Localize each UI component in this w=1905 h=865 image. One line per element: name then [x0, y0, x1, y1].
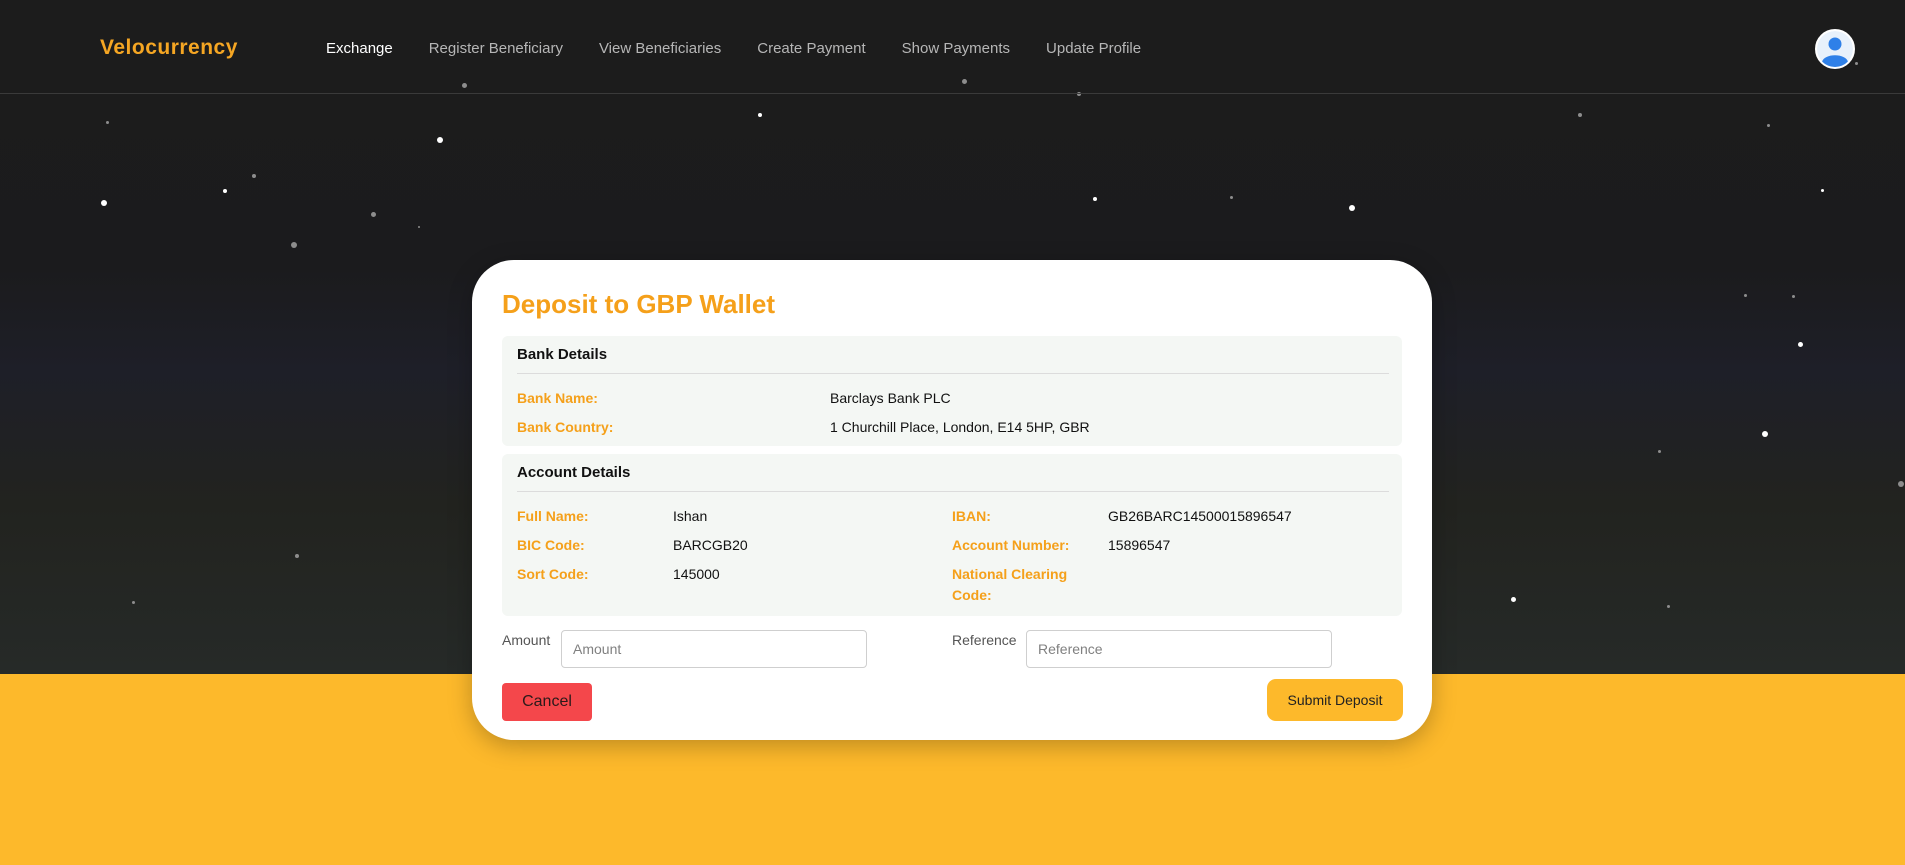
bic-code-label: BIC Code:	[517, 537, 585, 553]
star	[106, 121, 109, 124]
star	[101, 200, 107, 206]
main-nav: Exchange Register Beneficiary View Benef…	[326, 40, 1177, 57]
page-title: Deposit to GBP Wallet	[502, 289, 776, 319]
star	[371, 212, 376, 217]
star	[1762, 431, 1768, 437]
amount-input[interactable]	[561, 630, 867, 668]
bank-country-label: Bank Country:	[517, 419, 614, 435]
nav-create-payment[interactable]: Create Payment	[757, 40, 865, 57]
bank-name-value: Barclays Bank PLC	[830, 390, 951, 406]
national-clearing-code-label: National Clearing Code:	[952, 566, 1068, 603]
bic-code-value: BARCGB20	[673, 537, 748, 553]
star	[1511, 597, 1516, 602]
star	[295, 554, 299, 558]
star	[1349, 205, 1355, 211]
account-details-heading: Account Details	[517, 464, 1389, 492]
star	[223, 189, 227, 193]
brand-logo[interactable]: Velocurrency	[100, 36, 238, 60]
bank-name-label: Bank Name:	[517, 390, 598, 406]
sort-code-value: 145000	[673, 566, 720, 582]
star	[1667, 605, 1670, 608]
user-avatar-icon[interactable]	[1815, 29, 1855, 69]
sort-code-label: Sort Code:	[517, 566, 589, 582]
bank-country-value: 1 Churchill Place, London, E14 5HP, GBR	[830, 419, 1090, 435]
cancel-button[interactable]: Cancel	[502, 683, 592, 721]
star	[291, 242, 297, 248]
nav-register-beneficiary[interactable]: Register Beneficiary	[429, 40, 563, 57]
star	[1093, 197, 1097, 201]
top-navbar: Velocurrency Exchange Register Beneficia…	[0, 0, 1905, 94]
bank-details-heading: Bank Details	[517, 346, 1389, 374]
full-name-value: Ishan	[673, 508, 708, 524]
nav-exchange[interactable]: Exchange	[326, 40, 393, 57]
star	[1744, 294, 1747, 297]
submit-deposit-button[interactable]: Submit Deposit	[1267, 679, 1403, 721]
iban-label: IBAN:	[952, 508, 991, 524]
nav-view-beneficiaries[interactable]: View Beneficiaries	[599, 40, 721, 57]
star	[1658, 450, 1661, 453]
iban-value: GB26BARC14500015896547	[1108, 508, 1292, 524]
nav-show-payments[interactable]: Show Payments	[902, 40, 1010, 57]
amount-label: Amount	[502, 632, 551, 648]
star	[1898, 481, 1904, 487]
account-details-panel: Account Details Full Name: Ishan BIC Cod…	[502, 454, 1402, 616]
reference-input[interactable]	[1026, 630, 1332, 668]
star	[758, 113, 762, 117]
star	[1767, 124, 1770, 127]
reference-label: Reference	[952, 632, 1017, 648]
star	[132, 601, 135, 604]
account-number-value: 15896547	[1108, 537, 1171, 553]
account-number-label: Account Number:	[952, 537, 1070, 553]
deposit-card: Deposit to GBP Wallet Bank Details Bank …	[472, 260, 1432, 740]
star	[1798, 342, 1803, 347]
star	[1821, 189, 1824, 192]
star	[252, 174, 256, 178]
star	[1578, 113, 1582, 117]
star	[1230, 196, 1233, 199]
bank-details-panel: Bank Details Bank Name: Barclays Bank PL…	[502, 336, 1402, 446]
star	[1792, 295, 1795, 298]
nav-update-profile[interactable]: Update Profile	[1046, 40, 1141, 57]
star	[437, 137, 443, 143]
star	[418, 226, 420, 228]
full-name-label: Full Name:	[517, 508, 589, 524]
